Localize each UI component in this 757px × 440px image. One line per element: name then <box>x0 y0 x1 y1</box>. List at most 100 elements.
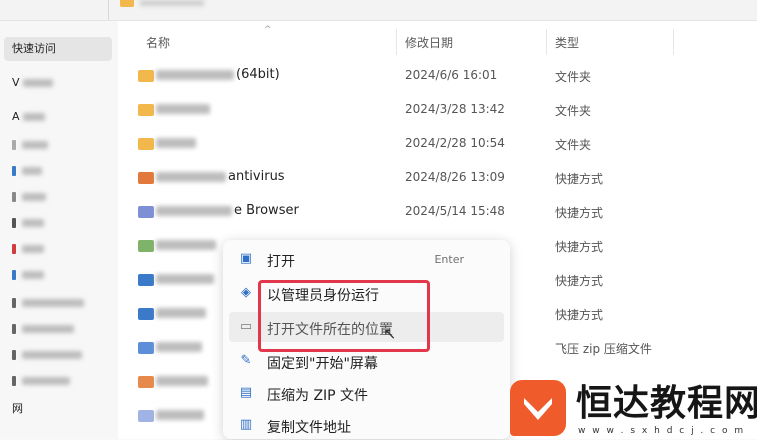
file-name <box>156 339 204 354</box>
sidebar-item-label: V <box>12 76 20 89</box>
open-app-icon: ▣ <box>239 251 253 266</box>
menu-item-open[interactable]: ▣ 打开 Enter <box>229 244 504 274</box>
blurred-label <box>22 141 48 149</box>
menu-item-label: 打开 <box>267 254 295 270</box>
file-row[interactable]: antivirus 2024/8/26 13:09 快捷方式 <box>118 161 757 195</box>
column-name[interactable]: 名称 <box>146 34 170 51</box>
file-row[interactable]: 2024/2/28 10:54 文件夹 <box>118 127 757 161</box>
blurred-name <box>156 273 214 284</box>
sidebar-item-quick-access[interactable]: 快速访问 <box>4 37 112 61</box>
blurred-label <box>22 219 44 227</box>
file-name <box>156 271 216 286</box>
address-bar <box>0 0 757 21</box>
shortcut-icon <box>138 274 154 286</box>
column-divider[interactable] <box>673 29 674 55</box>
menu-item-copy-path[interactable]: ▥ 复制文件地址 <box>229 410 504 440</box>
watermark-title: 恒达教程网 <box>576 383 757 424</box>
expand-chevron-icon[interactable] <box>12 376 16 386</box>
file-name <box>156 373 210 388</box>
menu-item-label: 固定到"开始"屏幕 <box>267 356 378 372</box>
file-date: 2024/5/14 15:48 <box>405 204 505 218</box>
logo-shape <box>524 398 552 420</box>
file-name <box>156 237 218 252</box>
file-date: 2024/6/6 16:01 <box>405 68 498 82</box>
column-date[interactable]: 修改日期 <box>405 34 453 51</box>
file-type: 快捷方式 <box>555 206 604 220</box>
file-icon <box>138 410 154 422</box>
drive-icon <box>12 140 16 150</box>
blurred-label <box>22 325 74 333</box>
desktop-icon <box>12 166 16 176</box>
blurred-name <box>156 375 208 386</box>
column-header: 名称 ^ 修改日期 类型 <box>118 21 757 61</box>
expand-chevron-icon[interactable] <box>12 298 16 308</box>
file-name <box>156 407 206 422</box>
sidebar-item[interactable] <box>4 317 112 341</box>
sidebar-item-v[interactable]: V <box>4 71 112 95</box>
expand-chevron-icon[interactable] <box>12 324 16 334</box>
file-name-visible: (64bit) <box>236 67 280 82</box>
sidebar-item-label: 快速访问 <box>12 42 56 55</box>
blurred-name <box>156 103 210 114</box>
sidebar-item-label: A <box>12 110 20 123</box>
blurred-name <box>156 171 226 182</box>
file-name: (64bit) <box>156 67 280 82</box>
file-type: 文件夹 <box>555 138 592 152</box>
file-date: 2024/3/28 13:42 <box>405 102 505 116</box>
pin-icon: ✎ <box>240 353 252 368</box>
file-row[interactable]: e Browser 2024/5/14 15:48 快捷方式 <box>118 195 757 229</box>
file-date: 2024/8/26 13:09 <box>405 170 505 184</box>
blurred-name <box>156 307 206 318</box>
file-name <box>156 101 212 116</box>
file-date: 2024/2/28 10:54 <box>405 136 505 150</box>
expand-chevron-icon[interactable] <box>12 350 16 360</box>
shortcut-icon <box>138 206 154 218</box>
file-type: 快捷方式 <box>555 274 604 288</box>
file-name: antivirus <box>156 169 285 184</box>
sidebar-item[interactable] <box>4 369 112 393</box>
sidebar-item-label: 网 <box>12 402 23 415</box>
menu-item-shortcut: Enter <box>434 253 464 266</box>
sidebar-item-network[interactable]: 网 <box>4 397 112 421</box>
menu-item-compress-zip[interactable]: ▤ 压缩为 ZIP 文件 <box>229 378 504 408</box>
column-type[interactable]: 类型 <box>555 34 579 51</box>
file-type: 飞压 zip 压缩文件 <box>555 342 652 356</box>
folder-icon <box>138 104 154 116</box>
file-row[interactable]: (64bit) 2024/6/6 16:01 文件夹 <box>118 59 757 93</box>
sort-up-icon: ^ <box>264 25 272 35</box>
blurred-name <box>156 69 234 80</box>
file-name-visible: antivirus <box>228 169 285 184</box>
blurred-name <box>156 239 216 250</box>
music-icon <box>12 244 16 254</box>
file-name: e Browser <box>156 203 299 218</box>
sidebar-item[interactable] <box>4 237 112 261</box>
file-type: 快捷方式 <box>555 172 604 186</box>
mouse-cursor-icon: ↖ <box>383 324 397 343</box>
file-type: 快捷方式 <box>555 308 604 322</box>
sidebar-item[interactable] <box>4 291 112 315</box>
column-divider[interactable] <box>546 29 547 55</box>
column-divider[interactable] <box>396 29 397 55</box>
sidebar-item[interactable] <box>4 211 112 235</box>
sidebar-item[interactable] <box>4 159 112 183</box>
pictures-icon <box>12 270 16 280</box>
shortcut-icon <box>138 240 154 252</box>
sidebar-item-a[interactable]: A <box>4 105 112 129</box>
sidebar-item[interactable] <box>4 263 112 287</box>
sidebar-item[interactable] <box>4 133 112 157</box>
watermark-logo-icon <box>510 380 566 436</box>
blurred-label <box>22 299 84 307</box>
menu-item-label: 压缩为 ZIP 文件 <box>267 388 369 404</box>
blurred-label <box>23 79 54 87</box>
highlight-annotation <box>258 280 430 352</box>
sidebar-item[interactable] <box>4 343 112 367</box>
file-row[interactable]: 2024/3/28 13:42 文件夹 <box>118 93 757 127</box>
documents-icon <box>12 192 16 202</box>
sidebar-item[interactable] <box>4 185 112 209</box>
breadcrumb[interactable] <box>140 0 204 6</box>
folder-icon <box>138 70 154 82</box>
blurred-label <box>22 377 70 385</box>
zip-archive-icon: ▤ <box>239 385 253 400</box>
file-name <box>156 135 198 150</box>
copy-path-icon: ▥ <box>239 417 253 432</box>
